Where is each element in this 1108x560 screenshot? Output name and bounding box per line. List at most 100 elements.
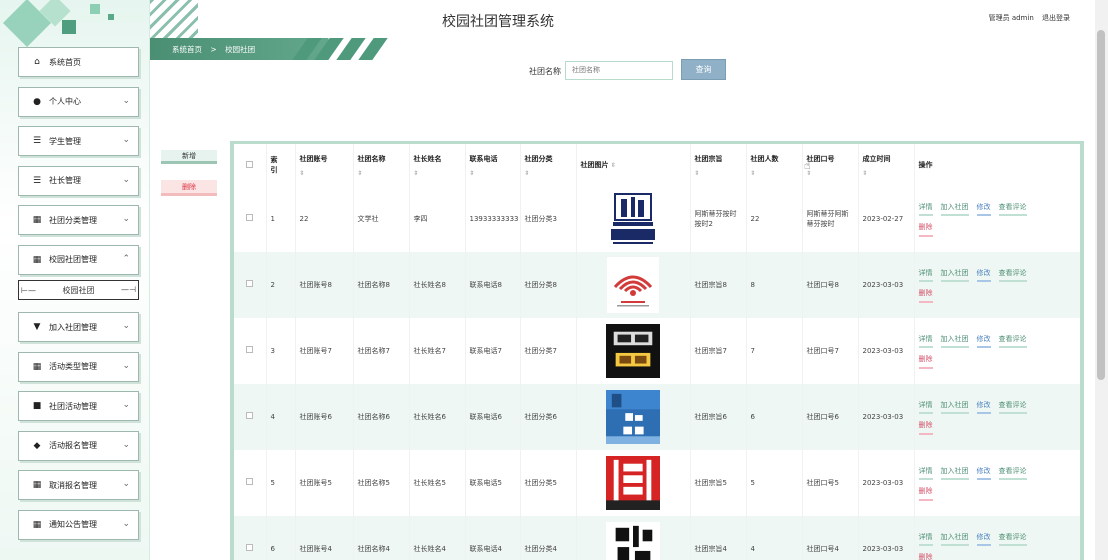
table-row[interactable]: 5 社团账号5 社团名称5 社长姓名5 联系电话5 社团分类5 社团宗旨5 5 社团口号5 20… — [234, 450, 1080, 516]
table-row[interactable]: 1 22 文学社 李四 13933333333 社团分类3 阿斯蒂芬按时按时2 22 阿斯蒂芬… — [234, 186, 1080, 252]
row-delete-link[interactable]: 删除 — [918, 420, 933, 435]
sidebar-item[interactable]: ▦ 取消报名管理 ⌄ — [18, 470, 139, 500]
join-link[interactable]: 加入社团 — [940, 466, 969, 480]
view-link[interactable]: 详情 — [918, 532, 933, 546]
cell-account: 22 — [295, 186, 354, 252]
grid-icon: ▦ — [32, 480, 42, 490]
sidebar-item[interactable]: ▦ 通知公告管理 ⌄ — [18, 509, 139, 540]
col-category[interactable]: 社团分类 ⇳ — [520, 144, 577, 186]
page-scrollbar[interactable] — [1095, 0, 1108, 560]
cell-phone: 联系电话7 — [465, 318, 521, 384]
sort-icon[interactable]: ⇳ — [863, 170, 910, 177]
edit-link[interactable]: 修改 — [976, 268, 991, 282]
row-checkbox[interactable] — [234, 450, 267, 516]
chevron-down-icon: ⌄ — [122, 135, 130, 145]
row-checkbox[interactable] — [234, 318, 267, 384]
sort-icon[interactable]: ⇳ — [807, 170, 854, 177]
row-delete-link[interactable]: 删除 — [918, 354, 933, 369]
sort-icon[interactable]: ⇳ — [751, 170, 798, 177]
view-link[interactable]: 详情 — [918, 466, 933, 480]
review-link[interactable]: 查看评论 — [998, 202, 1027, 216]
logout-link[interactable]: 退出登录 — [1042, 14, 1070, 22]
scrollbar-thumb[interactable] — [1097, 30, 1105, 380]
sidebar-subitem[interactable]: ⊢— 校园社团 —⊣ — [18, 280, 139, 300]
sort-icon[interactable]: ⇳ — [358, 170, 405, 177]
club-image[interactable] — [606, 257, 660, 313]
edit-link[interactable]: 修改 — [976, 532, 991, 546]
view-link[interactable]: 详情 — [918, 334, 933, 348]
cell-slogan: 社团口号8 — [802, 252, 859, 318]
col-image[interactable]: 社团图片 ⇳ — [576, 144, 691, 186]
search-button[interactable]: 查询 — [681, 59, 726, 80]
sidebar-item-label: 系统首页 — [49, 57, 81, 67]
pin-icon: ▼ — [33, 322, 41, 332]
join-link[interactable]: 加入社团 — [940, 334, 969, 348]
table-row[interactable]: 2 社团账号8 社团名称8 社长姓名8 联系电话8 社团分类8 社团宗旨8 8 社团口号8 20… — [234, 252, 1080, 318]
col-purpose[interactable]: 社团宗旨 ⇳ — [690, 144, 747, 186]
col-members[interactable]: 社团人数 ⇳ — [746, 144, 803, 186]
sidebar-item[interactable]: ● 个人中心 ⌄ — [18, 86, 139, 117]
review-link[interactable]: 查看评论 — [998, 268, 1027, 282]
table-header-row: 索引 社团账号 ⇳ 社团名称 ⇳ 社长姓名 ⇳ 联系电话 ⇳ 社团分类 ⇳ 社团图片 ⇳ … — [234, 144, 1080, 186]
row-delete-link[interactable]: 删除 — [919, 552, 933, 560]
review-link[interactable]: 查看评论 — [998, 400, 1027, 414]
join-link[interactable]: 加入社团 — [940, 202, 969, 216]
sort-icon[interactable]: ⇳ — [414, 170, 461, 177]
edit-link[interactable]: 修改 — [976, 202, 991, 216]
sidebar-item[interactable]: ⌂ 系统首页 — [18, 47, 139, 77]
sidebar-item[interactable]: ▼ 加入社团管理 ⌄ — [18, 312, 139, 342]
club-image[interactable] — [606, 323, 660, 379]
table-row[interactable]: 4 社团账号6 社团名称6 社长姓名6 联系电话6 社团分类6 社团宗旨6 6 社团口号6 20… — [234, 384, 1080, 450]
review-link[interactable]: 查看评论 — [998, 466, 1027, 480]
row-delete-link[interactable]: 删除 — [918, 288, 933, 303]
sidebar-item[interactable]: ■ 社团活动管理 ⌄ — [18, 391, 139, 421]
view-link[interactable]: 详情 — [918, 400, 933, 414]
club-image[interactable] — [606, 191, 660, 247]
row-checkbox[interactable] — [234, 186, 267, 252]
table-row[interactable]: 6 社团账号4 社团名称4 社长姓名4 联系电话4 社团分类4 社团宗旨4 4 社团口号4 20… — [234, 516, 1080, 560]
edit-link[interactable]: 修改 — [976, 334, 991, 348]
edit-link[interactable]: 修改 — [976, 466, 991, 480]
review-link[interactable]: 查看评论 — [998, 334, 1027, 348]
search-input[interactable] — [565, 61, 673, 80]
add-button[interactable]: 新增 — [161, 150, 217, 164]
sidebar-item[interactable]: ▦ 活动类型管理 ⌄ — [18, 351, 139, 382]
sidebar-item[interactable]: ◆ 活动报名管理 ⌄ — [18, 430, 139, 461]
row-checkbox[interactable] — [234, 252, 267, 318]
sort-icon[interactable]: ⇳ — [525, 170, 572, 177]
sort-icon[interactable]: ⇳ — [300, 170, 349, 177]
join-link[interactable]: 加入社团 — [940, 532, 969, 546]
view-link[interactable]: 详情 — [918, 202, 933, 216]
sort-icon[interactable]: ⇳ — [611, 162, 616, 169]
row-delete-link[interactable]: 删除 — [918, 486, 933, 501]
club-image[interactable] — [606, 521, 660, 560]
cell-members: 4 — [746, 516, 803, 560]
cell-name: 社团名称5 — [353, 450, 410, 516]
edit-link[interactable]: 修改 — [976, 400, 991, 414]
club-image[interactable] — [606, 389, 660, 445]
club-image[interactable] — [606, 455, 660, 511]
join-link[interactable]: 加入社团 — [940, 400, 969, 414]
sort-icon[interactable]: ⇳ — [470, 170, 516, 177]
breadcrumb-home[interactable]: 系统首页 — [172, 45, 202, 54]
row-checkbox[interactable] — [234, 384, 267, 450]
select-all-checkbox[interactable] — [234, 144, 267, 186]
sidebar-item[interactable]: ▦ 社团分类管理 ⌄ — [18, 205, 139, 235]
col-leader[interactable]: 社长姓名 ⇳ — [409, 144, 466, 186]
table-row[interactable]: 3 社团账号7 社团名称7 社长姓名7 联系电话7 社团分类7 社团宗旨7 7 社团口号7 20… — [234, 318, 1080, 384]
join-link[interactable]: 加入社团 — [940, 268, 969, 282]
sidebar-item[interactable]: ▦ 校园社团管理 ⌃ — [18, 244, 139, 275]
row-delete-link[interactable]: 删除 — [918, 222, 933, 237]
sidebar-item[interactable]: ☰ 社长管理 ⌄ — [18, 165, 139, 196]
col-account[interactable]: 社团账号 ⇳ — [295, 144, 354, 186]
col-phone[interactable]: 联系电话 ⇳ — [465, 144, 521, 186]
row-checkbox[interactable] — [234, 516, 267, 560]
col-founded[interactable]: 成立时间 ⇳ — [858, 144, 915, 186]
delete-button[interactable]: 删除 — [161, 180, 217, 196]
view-link[interactable]: 详情 — [918, 268, 933, 282]
sort-icon[interactable]: ⇳ — [695, 170, 742, 177]
review-link[interactable]: 查看评论 — [998, 532, 1027, 546]
sidebar-item[interactable]: ☰ 学生管理 ⌄ — [18, 126, 139, 156]
cell-slogan: 社团口号7 — [802, 318, 859, 384]
col-name[interactable]: 社团名称 ⇳ — [353, 144, 410, 186]
